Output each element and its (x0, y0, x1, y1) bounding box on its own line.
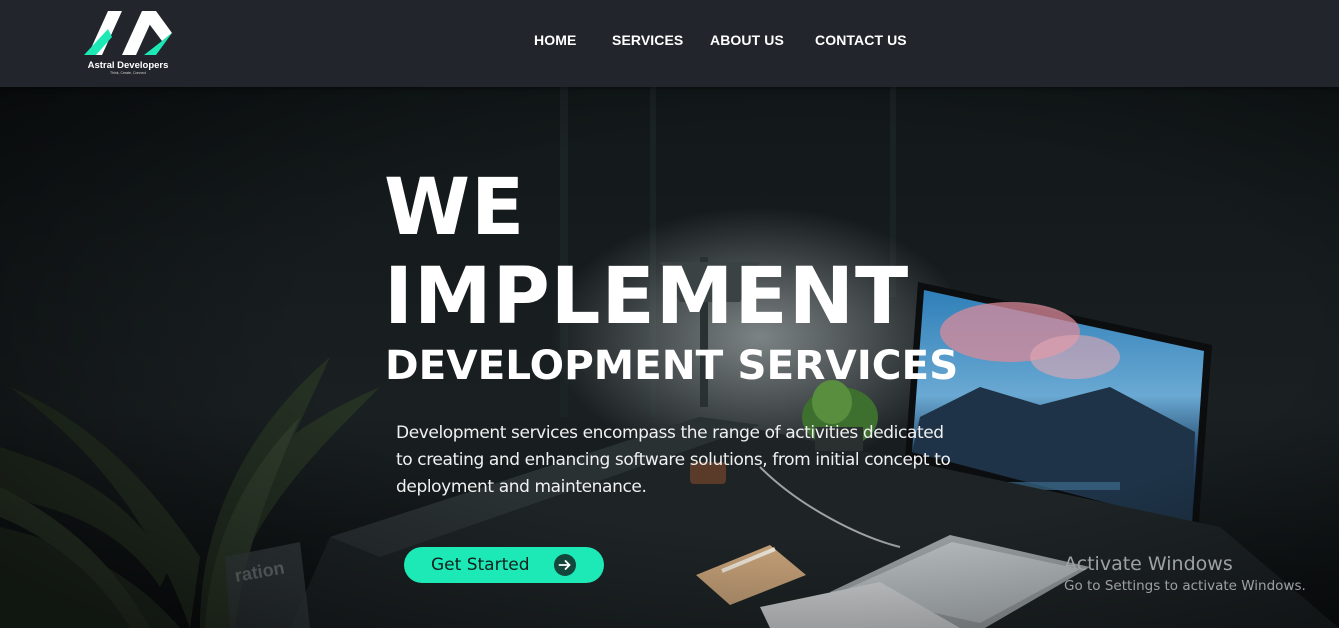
main-nav: HOME SERVICES ABOUT US CONTACT US (0, 32, 1339, 52)
windows-activation-subtitle: Go to Settings to activate Windows. (1064, 578, 1306, 594)
nav-about-us[interactable]: ABOUT US (710, 32, 784, 48)
nav-contact-us[interactable]: CONTACT US (815, 32, 907, 48)
hero-title-line-1: WE (384, 163, 526, 253)
site-header: Astral Developers Think, Create, Connect… (0, 0, 1339, 87)
nav-home[interactable]: HOME (534, 32, 576, 48)
brand-name: Astral Developers (87, 60, 169, 71)
windows-activation-title: Activate Windows (1064, 553, 1233, 575)
get-started-label: Get Started (431, 555, 530, 575)
nav-services[interactable]: SERVICES (612, 32, 683, 48)
arrow-right-circle-icon (554, 554, 576, 576)
get-started-button[interactable]: Get Started (404, 547, 604, 583)
brand-tagline: Think, Create, Connect (110, 71, 146, 75)
hero-section: ration WE IMPLEMENT DEVELOPMENT SERVICES… (0, 87, 1339, 628)
hero-subtitle: DEVELOPMENT SERVICES (385, 341, 959, 389)
hero-title-line-2: IMPLEMENT (384, 252, 910, 342)
hero-description: Development services encompass the range… (396, 423, 951, 497)
